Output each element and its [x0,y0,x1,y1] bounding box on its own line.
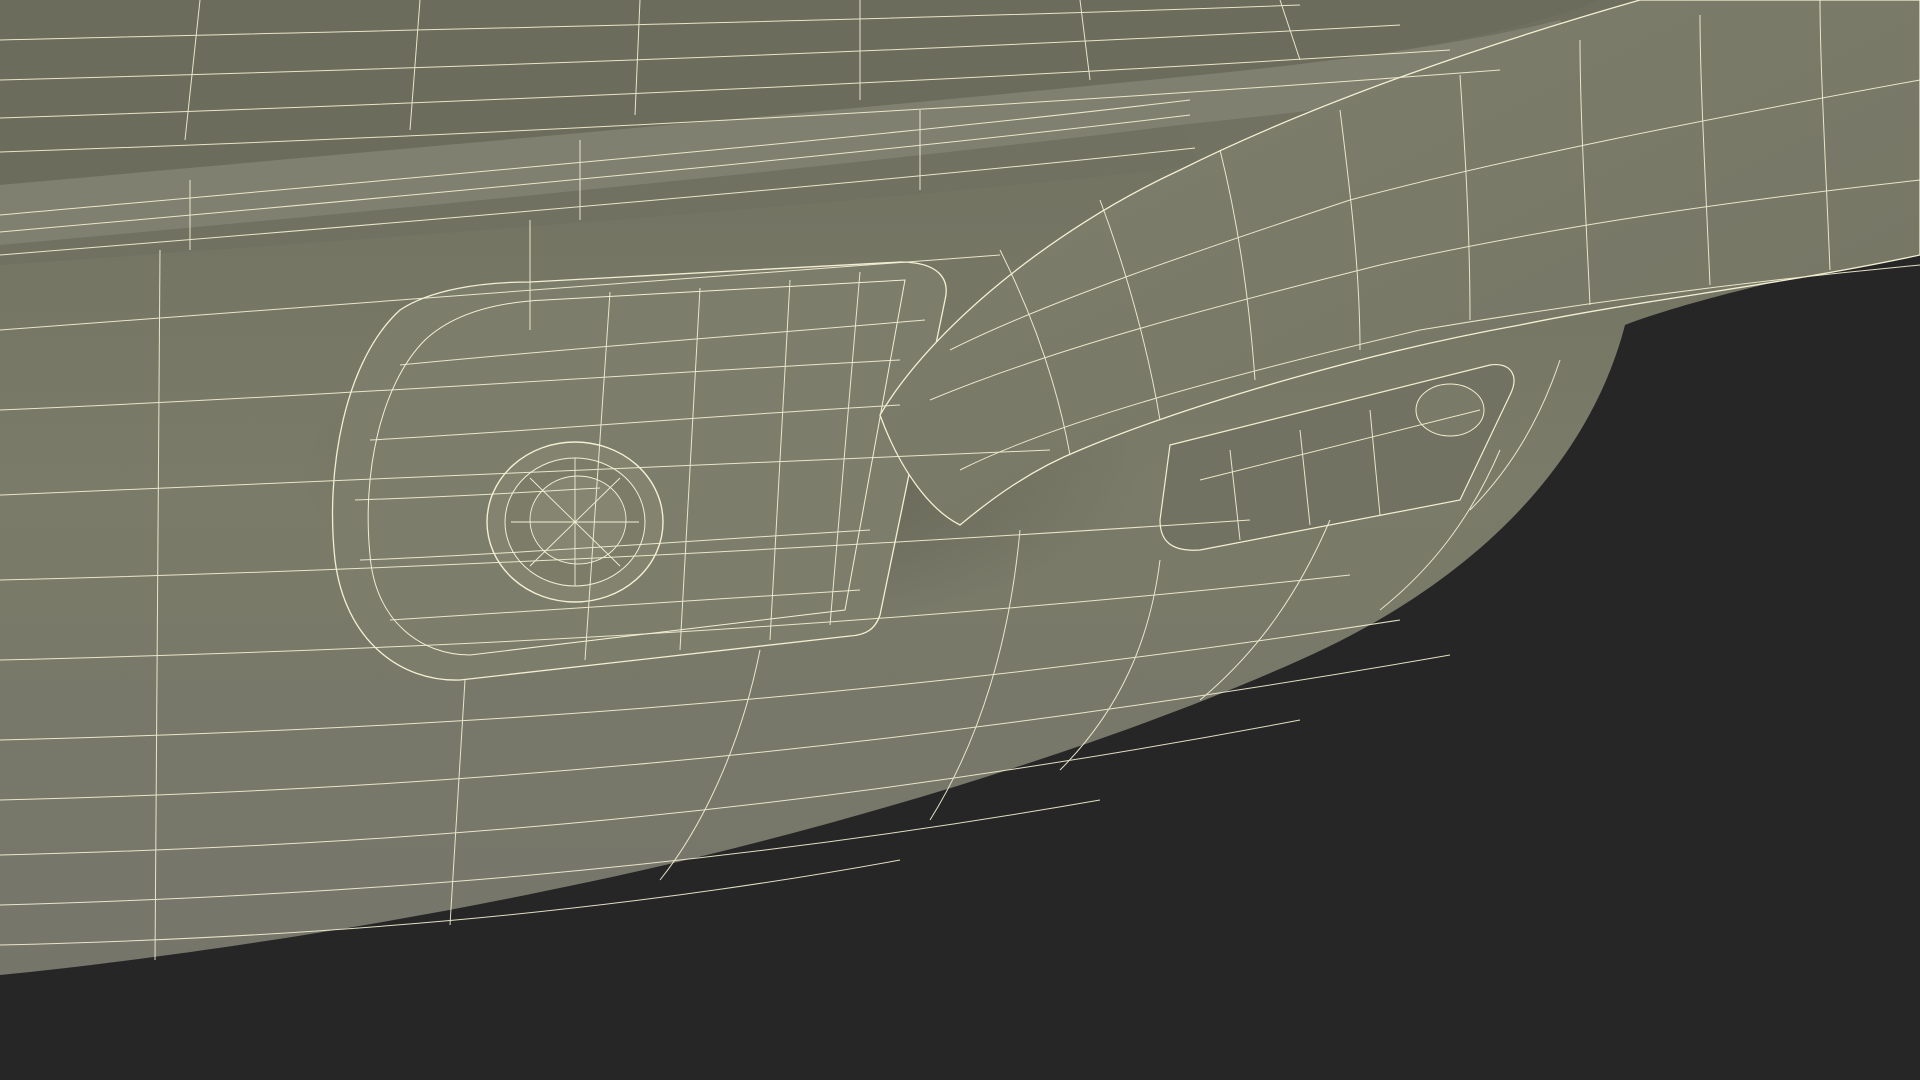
far-rivet [1415,383,1485,437]
render-viewport [0,0,1920,1080]
wireframe-render [0,0,1920,1080]
